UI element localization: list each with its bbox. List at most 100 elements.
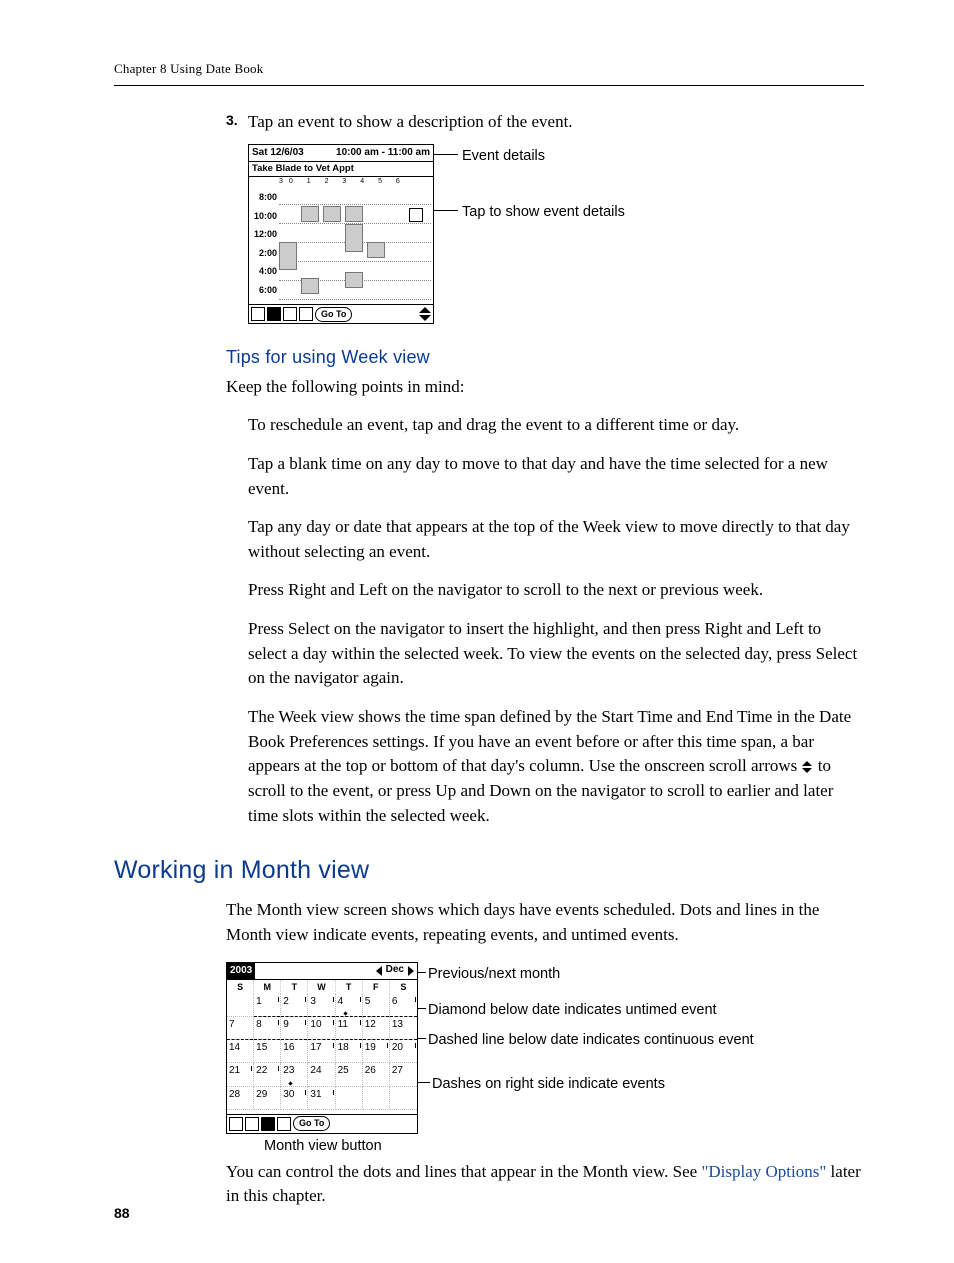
agenda-view-icon[interactable] [277, 1117, 291, 1131]
selected-event-marker[interactable] [409, 208, 423, 222]
step-number: 3. [226, 110, 248, 130]
event-block[interactable] [345, 224, 363, 252]
callout-line [418, 1038, 426, 1039]
event-dash-icon [304, 1020, 306, 1025]
day-cell[interactable]: 29 [254, 1087, 281, 1110]
scroll-arrows-icon [802, 761, 814, 773]
agenda-view-icon[interactable] [299, 307, 313, 321]
event-block[interactable] [301, 278, 319, 294]
day-cell[interactable]: 19 [363, 1040, 390, 1063]
week-date-label: Sat 12/6/03 [252, 146, 304, 161]
month-view-screen: 2003 Dec S M T W T F S 12 3456 78910 1 [226, 962, 418, 1134]
day-cell[interactable]: 24 [308, 1063, 335, 1086]
month-footer: Go To [227, 1114, 417, 1133]
day-cell[interactable]: 4 [336, 994, 363, 1017]
day-cell[interactable]: 16 [281, 1040, 308, 1063]
day-cell[interactable]: 25 [336, 1063, 363, 1086]
tip-item: Press Right and Left on the navigator to… [248, 578, 864, 603]
time-3: 2:00 [249, 244, 277, 263]
day-cell[interactable]: 5 [363, 994, 390, 1017]
event-dash-icon [332, 1043, 334, 1048]
day-cell[interactable]: 2 [281, 994, 308, 1017]
event-dash-icon [414, 997, 416, 1002]
day-cell[interactable]: 8 [254, 1017, 281, 1040]
time-4: 4:00 [249, 262, 277, 281]
month-label: Dec [386, 963, 404, 978]
event-title-bar: Take Blade to Vet Appt [249, 162, 433, 177]
month-grid[interactable]: 1234567891011121314151617181920212223242… [227, 994, 417, 1110]
day-cell[interactable]: 3 [308, 994, 335, 1017]
event-dash-icon [359, 997, 361, 1002]
event-dash-icon [304, 997, 306, 1002]
running-head: Chapter 8 Using Date Book [114, 60, 864, 79]
callout-line [418, 1082, 430, 1083]
event-dash-icon [414, 1043, 416, 1048]
tips-list: To reschedule an event, tap and drag the… [248, 413, 864, 828]
dow: T [336, 980, 363, 994]
day-cell[interactable]: 23 [281, 1063, 308, 1086]
day-cell[interactable]: 31 [308, 1087, 335, 1110]
day-cell[interactable]: 10 [308, 1017, 335, 1040]
event-dash-icon [359, 1020, 361, 1025]
next-month-icon[interactable] [408, 966, 414, 976]
month-view-figure: 2003 Dec S M T W T F S 12 3456 78910 1 [226, 962, 864, 1152]
day-cell[interactable]: 13 [390, 1017, 417, 1040]
event-block[interactable] [323, 206, 341, 222]
week-view-figure: Sat 12/6/03 10:00 am - 11:00 am Take Bla… [248, 144, 864, 330]
event-dash-icon [277, 997, 279, 1002]
scroll-arrows-icon[interactable] [419, 307, 431, 321]
day-cell[interactable]: 21 [227, 1063, 254, 1086]
week-view-icon[interactable] [245, 1117, 259, 1131]
month-nav: Dec [376, 963, 417, 978]
page-number: 88 [114, 1203, 130, 1223]
day-cell[interactable]: 27 [390, 1063, 417, 1086]
day-cell[interactable]: 15 [254, 1040, 281, 1063]
event-dash-icon [304, 1090, 306, 1095]
day-of-week-row: S M T W T F S [227, 980, 417, 994]
month-intro: The Month view screen shows which days h… [226, 898, 864, 947]
year-chip[interactable]: 2003 [227, 963, 255, 979]
header-rule [114, 85, 864, 86]
day-cell[interactable]: 28 [227, 1087, 254, 1110]
day-cell[interactable]: 26 [363, 1063, 390, 1086]
day-cell[interactable]: 6 [390, 994, 417, 1017]
day-cell[interactable] [390, 1087, 417, 1110]
event-dash-icon [332, 1090, 334, 1095]
prev-month-icon[interactable] [376, 966, 382, 976]
day-cell[interactable]: 17 [308, 1040, 335, 1063]
day-cell[interactable] [363, 1087, 390, 1110]
week-grid-area[interactable] [279, 186, 431, 298]
page: Chapter 8 Using Date Book 3. Tap an even… [0, 0, 954, 1263]
dow: F [363, 980, 390, 994]
day-cell[interactable]: 20 [390, 1040, 417, 1063]
event-block[interactable] [301, 206, 319, 222]
day-view-icon[interactable] [251, 307, 265, 321]
goto-button[interactable]: Go To [293, 1116, 330, 1131]
day-cell[interactable]: 30 [281, 1087, 308, 1110]
goto-button[interactable]: Go To [315, 307, 352, 322]
event-block[interactable] [279, 242, 297, 270]
event-block[interactable] [345, 206, 363, 222]
display-options-link[interactable]: "Display Options" [701, 1162, 826, 1181]
day-cell[interactable]: 11 [336, 1017, 363, 1040]
day-cell[interactable]: 7 [227, 1017, 254, 1040]
tip-item: Tap a blank time on any day to move to t… [248, 452, 864, 501]
day-cell[interactable]: 12 [363, 1017, 390, 1040]
day-cell[interactable]: 22 [254, 1063, 281, 1086]
event-block[interactable] [367, 242, 385, 258]
week-view-icon[interactable] [267, 307, 281, 321]
month-view-icon[interactable] [283, 307, 297, 321]
day-cell[interactable] [227, 994, 254, 1017]
day-cell[interactable]: 1 [254, 994, 281, 1017]
tip-item: Press Select on the navigator to insert … [248, 617, 864, 691]
callout-prev-next: Previous/next month [428, 964, 560, 985]
day-view-icon[interactable] [229, 1117, 243, 1131]
heading-tips: Tips for using Week view [226, 344, 864, 370]
day-cell[interactable] [336, 1087, 363, 1110]
day-cell[interactable]: 18 [336, 1040, 363, 1063]
callout-diamond: Diamond below date indicates untimed eve… [428, 1000, 717, 1021]
day-cell[interactable]: 9 [281, 1017, 308, 1040]
day-cell[interactable]: 14 [227, 1040, 254, 1063]
event-block[interactable] [345, 272, 363, 288]
month-view-button[interactable] [261, 1117, 275, 1131]
